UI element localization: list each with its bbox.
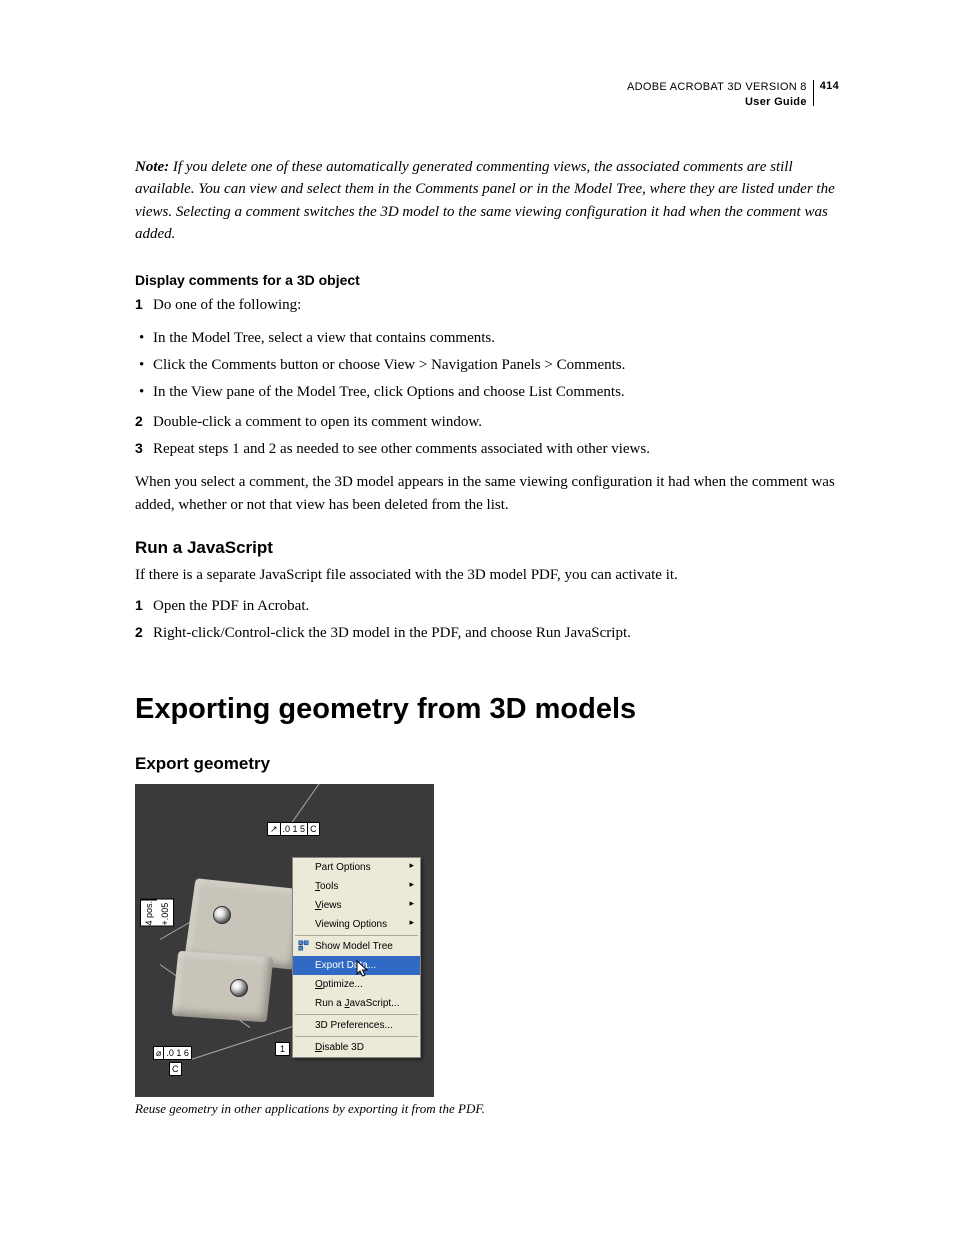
figure-caption: Reuse geometry in other applications by …	[135, 1101, 839, 1117]
step-2: 2Right-click/Control-click the 3D model …	[135, 622, 839, 645]
menu-item-3d-preferences[interactable]: 3D Preferences...	[293, 1016, 420, 1035]
menu-separator	[295, 935, 418, 936]
section-intro: If there is a separate JavaScript file a…	[135, 564, 839, 587]
dimension-label-bottom: ⌀ .0 1 6	[153, 1046, 192, 1060]
section-title-run-javascript: Run a JavaScript	[135, 538, 839, 558]
menu-item-run-javascript[interactable]: Run a JavaScript...	[293, 994, 420, 1013]
figure: ↗ .0 1 5 C 4 pos. +.005 ⌀ .0 1 6 C 1	[135, 784, 839, 1117]
bullet-item: In the Model Tree, select a view that co…	[135, 327, 839, 350]
menu-separator	[295, 1014, 418, 1015]
section-paragraph: When you select a comment, the 3D model …	[135, 471, 839, 516]
bullet-item: In the View pane of the Model Tree, clic…	[135, 381, 839, 404]
dimension-label-bottom-2: C	[169, 1062, 182, 1076]
menu-item-viewing-options[interactable]: Viewing Options	[293, 915, 420, 934]
context-menu[interactable]: Part Options Tools Views Viewing Options…	[292, 857, 421, 1058]
section-title-export-geometry: Export geometry	[135, 754, 839, 774]
model-part	[172, 951, 274, 1023]
menu-item-tools[interactable]: Tools	[293, 877, 420, 896]
step-1: 1Open the PDF in Acrobat.	[135, 595, 839, 618]
figure-viewport: ↗ .0 1 5 C 4 pos. +.005 ⌀ .0 1 6 C 1	[135, 784, 434, 1097]
menu-item-part-options[interactable]: Part Options	[293, 858, 420, 877]
menu-item-disable-3d[interactable]: Disable 3D	[293, 1038, 420, 1057]
header-product: ADOBE ACROBAT 3D VERSION 8	[627, 80, 807, 95]
page-header: ADOBE ACROBAT 3D VERSION 8 User Guide 41…	[135, 80, 839, 110]
section-title-display-comments: Display comments for a 3D object	[135, 272, 839, 288]
note-text: If you delete one of these automatically…	[135, 159, 835, 243]
dimension-label-side: 4 pos. +.005	[140, 899, 174, 927]
model-tree-icon	[298, 940, 309, 951]
step-2: 2Double-click a comment to open its comm…	[135, 411, 839, 434]
header-guide: User Guide	[627, 95, 807, 110]
note-label: Note:	[135, 159, 169, 175]
dimension-label-top: ↗ .0 1 5 C	[267, 822, 320, 836]
menu-item-views[interactable]: Views	[293, 896, 420, 915]
step-3: 3Repeat steps 1 and 2 as needed to see o…	[135, 438, 839, 461]
menu-item-show-model-tree[interactable]: Show Model Tree	[293, 937, 420, 956]
dimension-label-index: 1	[275, 1042, 290, 1056]
bullet-item: Click the Comments button or choose View…	[135, 354, 839, 377]
cursor-icon	[356, 960, 370, 978]
step-1: 1Do one of the following:	[135, 294, 839, 317]
chapter-title: Exporting geometry from 3D models	[135, 693, 839, 726]
menu-separator	[295, 1036, 418, 1037]
page-number: 414	[813, 80, 839, 106]
note-paragraph: Note: If you delete one of these automat…	[135, 156, 839, 246]
